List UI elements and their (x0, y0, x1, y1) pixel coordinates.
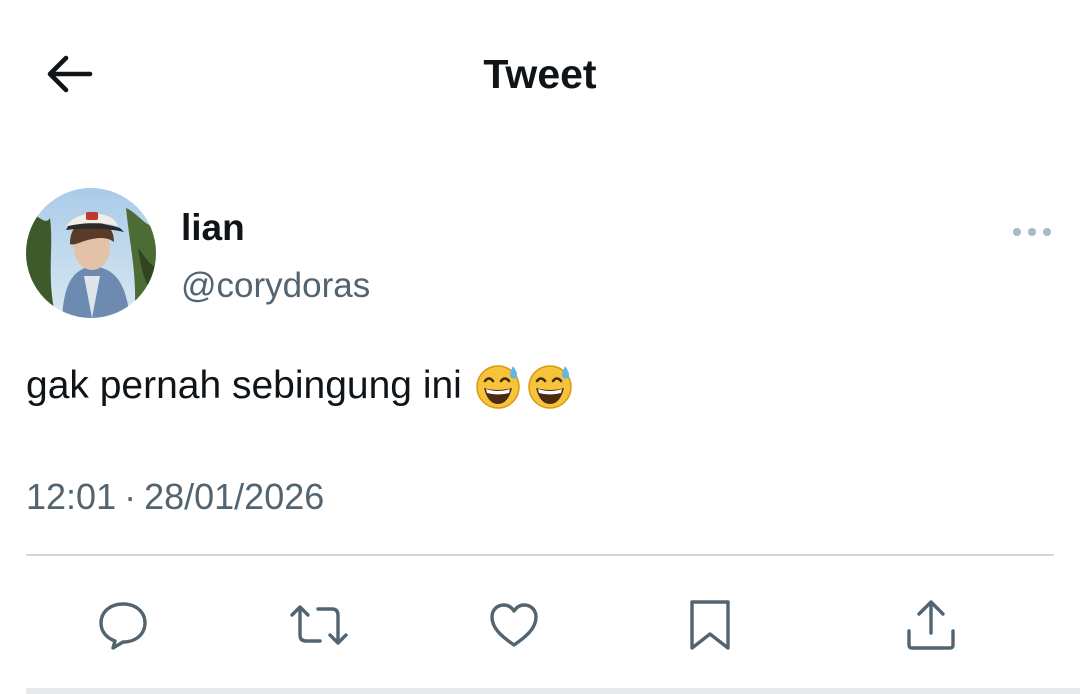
share-button[interactable] (896, 590, 966, 660)
bottom-divider (26, 688, 1080, 694)
tweet-author: lian @corydoras (26, 188, 1056, 320)
profile-photo (26, 188, 156, 318)
top-bar: Tweet (0, 0, 1080, 150)
retweet-button[interactable] (284, 590, 354, 660)
display-name[interactable]: lian (181, 206, 245, 250)
avatar[interactable] (26, 188, 156, 318)
divider (26, 554, 1054, 556)
reply-button[interactable] (88, 590, 158, 660)
bookmark-button[interactable] (675, 590, 745, 660)
more-horizontal-icon (1013, 228, 1051, 236)
meta-separator: · (124, 476, 137, 517)
tweet-timestamp: 12:01 · 28/01/2026 (26, 474, 324, 520)
user-handle[interactable]: @corydoras (181, 264, 370, 308)
retweet-icon (290, 605, 348, 645)
more-options-button[interactable] (1008, 214, 1056, 250)
like-button[interactable] (479, 590, 549, 660)
tweet-body: gak pernah sebingung ini (26, 358, 574, 414)
tweet-date: 28/01/2026 (144, 476, 325, 517)
page-title: Tweet (483, 51, 597, 97)
grinning-face-with-sweat-emoji (476, 365, 520, 409)
bookmark-icon (690, 600, 730, 650)
share-icon (907, 600, 955, 650)
like-icon (490, 603, 538, 647)
grinning-face-with-sweat-emoji (528, 365, 572, 409)
tweet-actions (0, 590, 1080, 660)
tweet-time: 12:01 (26, 476, 117, 517)
reply-icon (99, 602, 147, 650)
tweet-text: gak pernah sebingung ini (26, 364, 462, 407)
